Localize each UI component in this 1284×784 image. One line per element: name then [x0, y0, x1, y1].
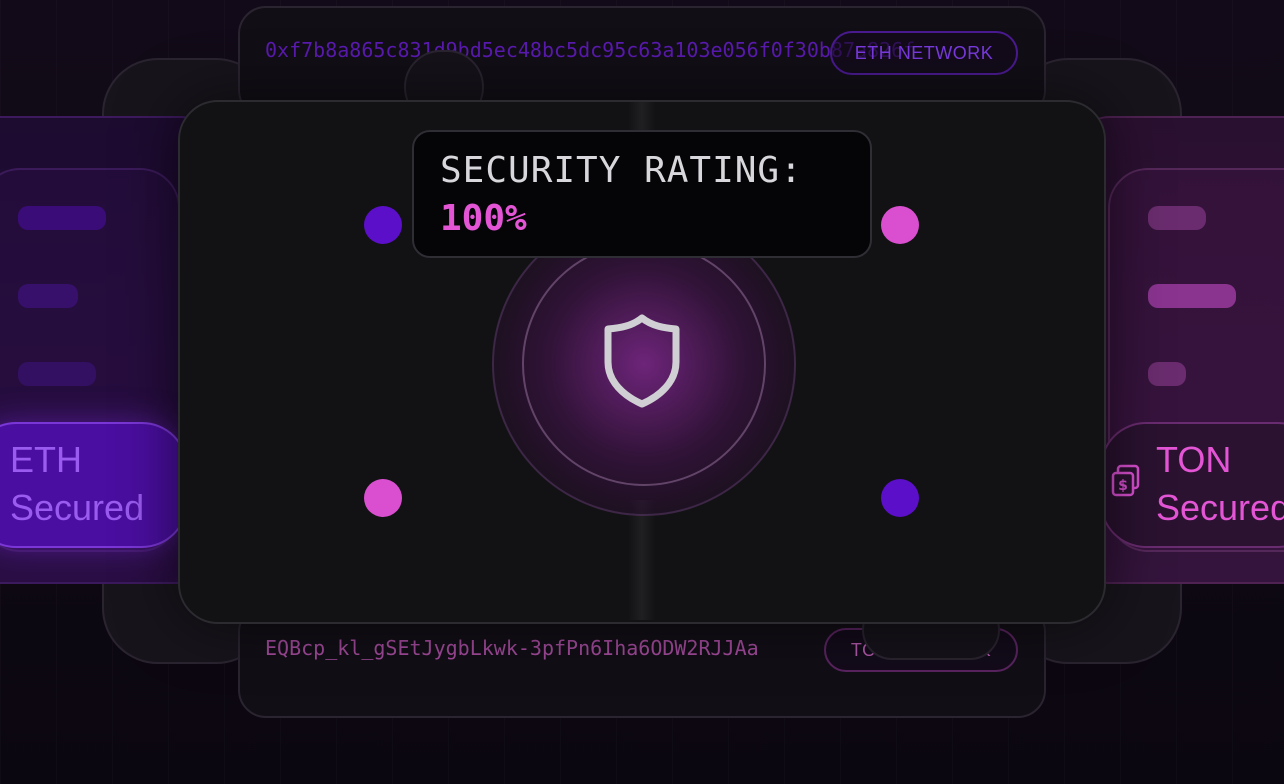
security-rating-box: SECURITY RATING: 100% [412, 130, 872, 258]
corner-dot [364, 206, 402, 244]
ton-secured-line2: Secured [1156, 487, 1284, 528]
corner-dot [364, 479, 402, 517]
ton-secured-label: TON Secured [1156, 436, 1284, 532]
security-rating-label: SECURITY RATING: [440, 150, 803, 191]
eth-secured-line2: Secured [10, 487, 145, 528]
eth-placeholder-bar [18, 206, 106, 230]
ton-placeholder-bar [1148, 284, 1236, 308]
corner-dot [881, 206, 919, 244]
corner-dot [881, 479, 919, 517]
eth-secured-label: ETH Secured [10, 436, 144, 532]
svg-text:$: $ [1118, 478, 1128, 494]
ton-address-text: EQBcp_kl_gSEtJygbLkwk-3pfPn6Iha6ODW2RJJA… [265, 636, 759, 660]
card-seam-bottom [628, 500, 656, 620]
eth-address-text: 0xf7b8a865c831d9bd5ec48bc5dc95c63a103e05… [265, 38, 916, 62]
ton-placeholder-bar [1148, 362, 1186, 386]
ton-placeholder-bar [1148, 206, 1206, 230]
security-rating-value: 100% [440, 198, 527, 239]
eth-placeholder-bar [18, 362, 96, 386]
eth-placeholder-bar [18, 284, 78, 308]
ton-secured-line1: TON [1156, 439, 1232, 480]
coin-stack-icon: $ [1111, 464, 1140, 497]
shield-icon [604, 314, 680, 408]
eth-secured-line1: ETH [10, 439, 82, 480]
eth-network-badge: ETH NETWORK [830, 31, 1018, 75]
